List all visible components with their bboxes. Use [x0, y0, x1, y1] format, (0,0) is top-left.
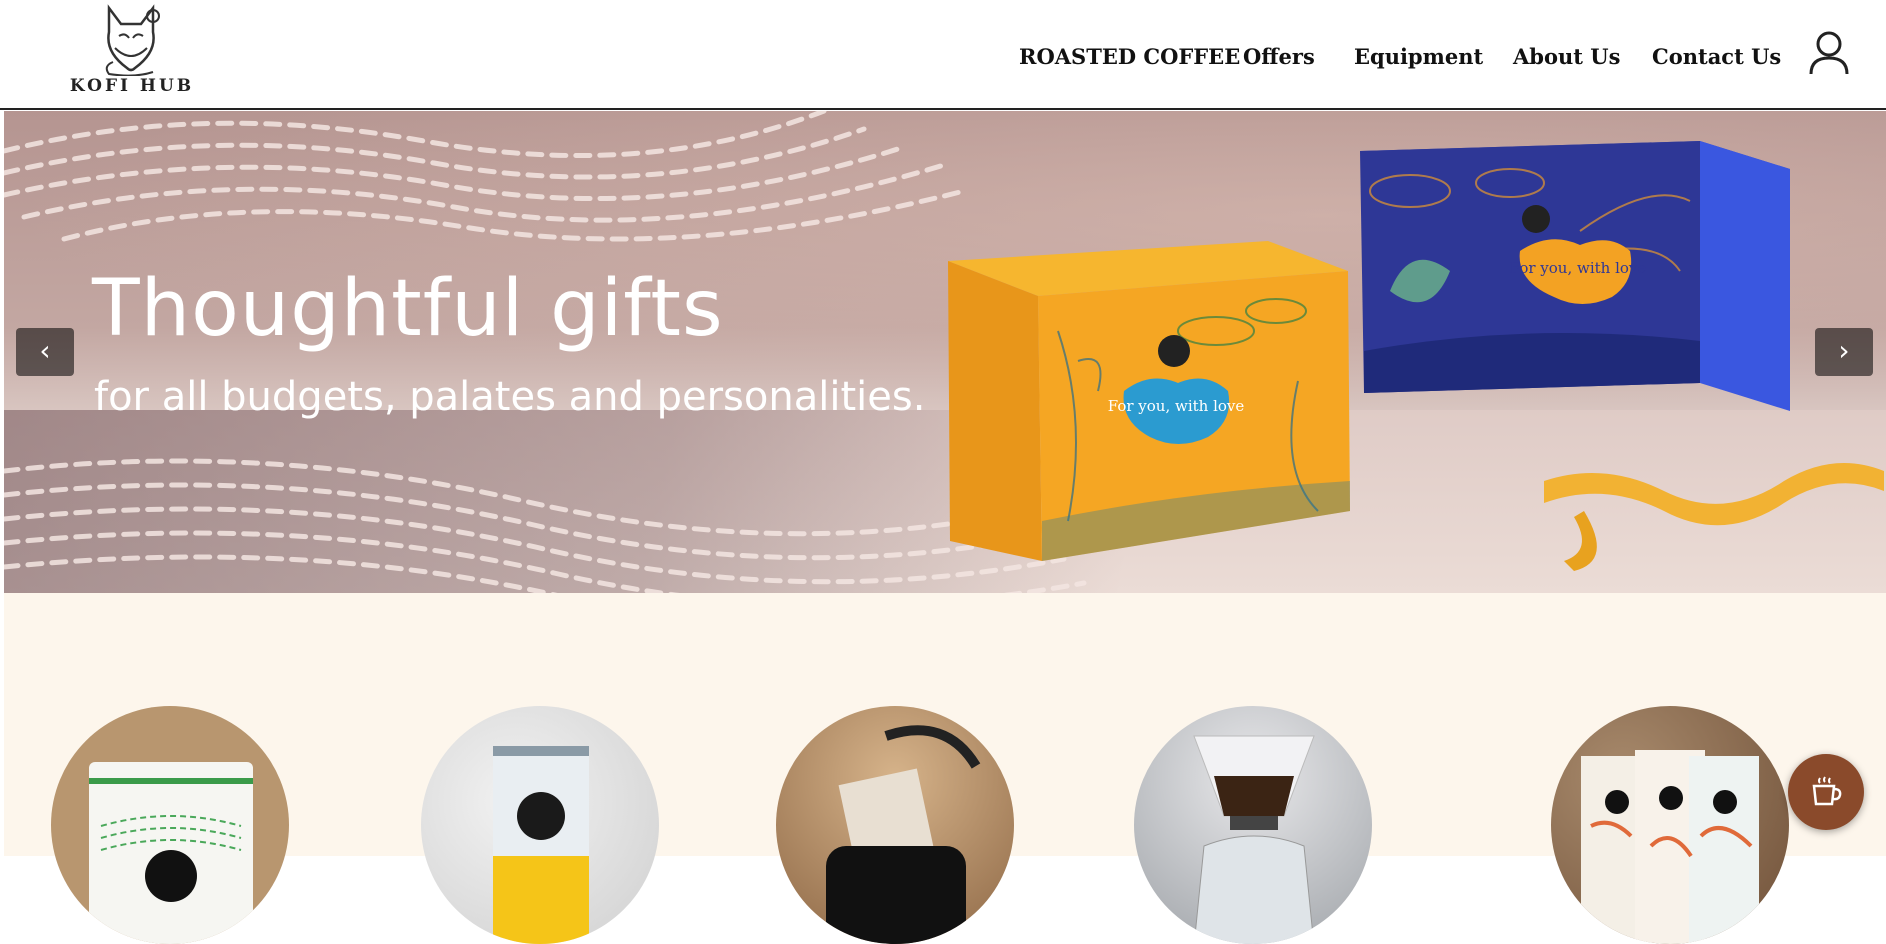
site-header: KOFI HUB ROASTED COFFEE Offers Equipment…	[0, 0, 1886, 110]
category-coffee-can[interactable]	[421, 706, 659, 944]
coffee-cup-icon	[1812, 776, 1842, 806]
carousel-next-button[interactable]: ›	[1815, 328, 1873, 376]
chat-button[interactable]	[1788, 754, 1864, 830]
site-logo[interactable]: KOFI HUB	[62, 2, 202, 98]
category-coffee-pouch[interactable]	[51, 706, 289, 944]
category-drip-bag[interactable]	[776, 706, 1014, 944]
fox-logo-icon	[105, 4, 160, 76]
blue-box-text: For you, with love	[1510, 259, 1647, 277]
hero-subtitle: for all budgets, palates and personaliti…	[94, 374, 926, 420]
nav-roasted-coffee[interactable]: ROASTED COFFEE	[1019, 44, 1240, 69]
nav-offers[interactable]: Offers	[1243, 44, 1315, 69]
user-account-icon[interactable]	[1808, 30, 1850, 76]
blue-gift-box: For you, with love	[1360, 141, 1790, 411]
category-section	[4, 593, 1886, 944]
carousel-prev-button[interactable]: ‹	[16, 328, 74, 376]
hero-title: Thoughtful gifts	[92, 264, 724, 354]
hero-carousel: For you, with love For you, with love Th…	[4, 111, 1886, 593]
nav-equipment[interactable]: Equipment	[1354, 44, 1483, 69]
nav-contact-us[interactable]: Contact Us	[1652, 44, 1781, 69]
logo-text: KOFI HUB	[69, 76, 195, 96]
category-pour-over-equipment[interactable]	[1134, 706, 1372, 944]
yellow-gift-box: For you, with love	[948, 241, 1350, 561]
yellow-box-text: For you, with love	[1108, 397, 1245, 415]
nav-about-us[interactable]: About Us	[1513, 44, 1620, 69]
category-gift-pouches[interactable]	[1551, 706, 1789, 944]
gold-ribbon	[1544, 463, 1884, 571]
